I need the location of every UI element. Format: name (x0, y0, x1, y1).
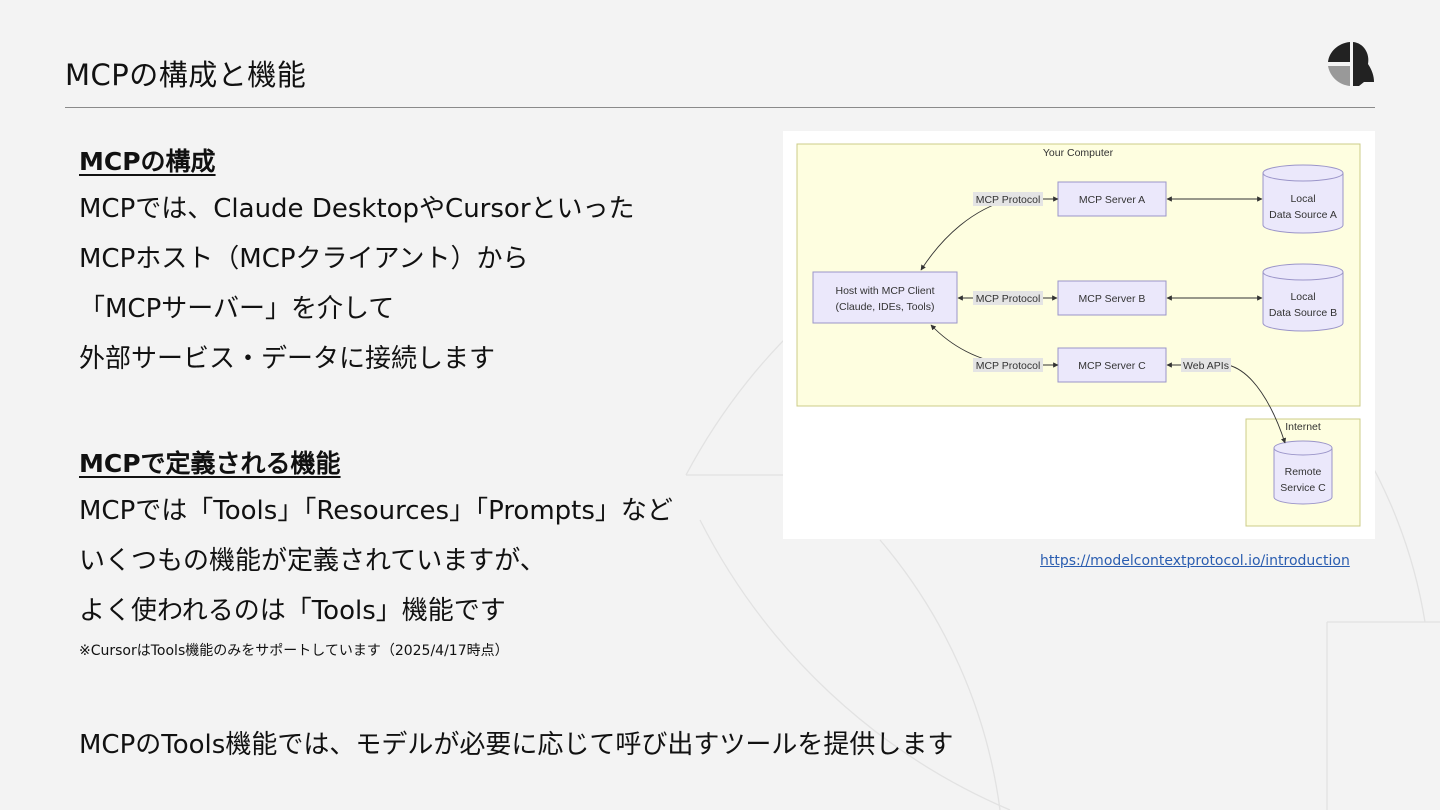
source-link[interactable]: https://modelcontextprotocol.io/introduc… (1040, 553, 1350, 569)
host-label-line1: Host with MCP Client (835, 285, 934, 297)
section-heading-features: MCPで定義される機能 (79, 449, 341, 478)
architecture-line: MCPでは、Claude DesktopやCursorといった (79, 194, 635, 224)
tools-summary: MCPのTools機能では、モデルが必要に応じて呼び出すツールを提供します (79, 730, 954, 760)
web-apis-label: Web APIs (1183, 360, 1229, 372)
features-line: よく使われるのは「Tools」機能です (79, 596, 506, 626)
internet-label: Internet (1285, 421, 1321, 433)
features-line: いくつもの機能が定義されていますが、 (79, 546, 546, 576)
main-content: MCPの構成 MCPでは、Claude DesktopやCursorといった M… (79, 140, 779, 662)
your-computer-label: Your Computer (1043, 147, 1114, 159)
host-node (812, 271, 958, 324)
server-c-label: MCP Server C (1078, 360, 1146, 372)
data-source-b-line2: Data Source B (1269, 307, 1337, 319)
slide-title: MCPの構成と機能 (65, 58, 307, 92)
section-heading-architecture: MCPの構成 (79, 147, 216, 176)
architecture-line: 「MCPサーバー」を介して (79, 294, 395, 324)
protocol-label-b: MCP Protocol (976, 293, 1041, 305)
data-source-b-line1: Local (1290, 291, 1315, 303)
cursor-support-note: ※CursorはTools機能のみをサポートしています（2025/4/17時点） (79, 643, 509, 659)
mcp-architecture-diagram: Your Computer Internet Host with MCP Cli… (783, 131, 1375, 539)
remote-service-line1: Remote (1285, 466, 1322, 478)
data-source-a-line1: Local (1290, 193, 1315, 205)
features-line: MCPでは「Tools」「Resources」「Prompts」など (79, 496, 673, 526)
title-divider (65, 107, 1375, 108)
architecture-line: MCPホスト（MCPクライアント）から (79, 244, 529, 274)
host-label-line2: (Claude, IDEs, Tools) (835, 301, 934, 313)
server-a-label: MCP Server A (1079, 194, 1145, 206)
protocol-label-a: MCP Protocol (976, 194, 1041, 206)
remote-service-line2: Service C (1280, 482, 1326, 494)
data-source-a-line2: Data Source A (1269, 209, 1337, 221)
architecture-line: 外部サービス・データに接続します (79, 344, 496, 374)
logo-icon (1328, 42, 1374, 86)
server-b-label: MCP Server B (1079, 293, 1146, 305)
protocol-label-c: MCP Protocol (976, 360, 1041, 372)
